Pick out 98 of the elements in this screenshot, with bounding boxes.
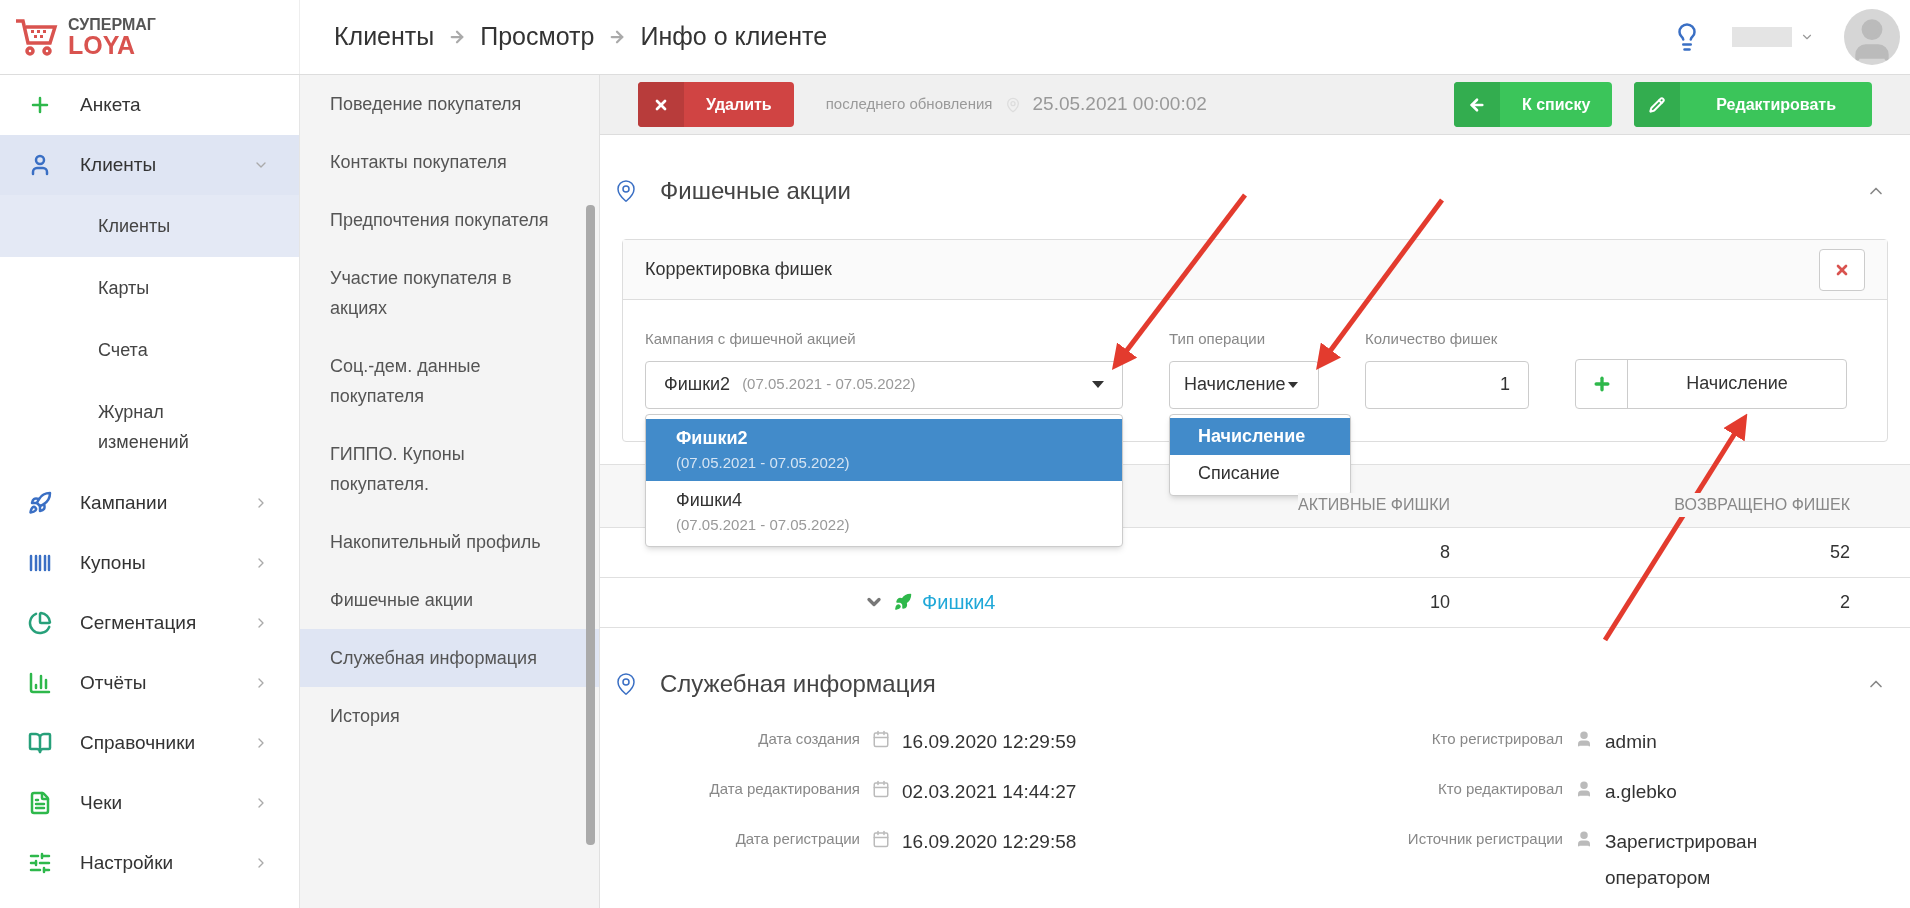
delete-button[interactable]: Удалить — [638, 82, 794, 127]
subnav-item[interactable]: ГИППО. Купоны покупателя. — [300, 425, 599, 513]
info-value: 02.03.2021 14:44:27 — [902, 779, 1077, 804]
sidebar-label: Справочники — [80, 730, 197, 755]
sidebar-subitem[interactable]: Журнал изменений — [0, 381, 299, 473]
subnav-item[interactable]: История — [300, 687, 599, 745]
select-value: Фишки2 — [664, 373, 731, 396]
info-value: Зарегистрирован оператором — [1605, 829, 1759, 890]
calendar-icon — [872, 729, 890, 748]
sidebar-item[interactable]: Отчёты — [0, 653, 299, 713]
section-title: Служебная информация — [660, 668, 937, 699]
info-label: Дата редактирования — [708, 778, 860, 799]
field-label: Кампания с фишечной акцией — [645, 329, 857, 349]
sidebar-subitem[interactable]: Счета — [0, 319, 299, 381]
subnav-item[interactable]: Участие покупателя в акциях — [300, 249, 599, 337]
info-label: Кто редактировал — [1437, 778, 1563, 799]
calendar-icon — [872, 829, 890, 848]
sidebar-label: Клиенты — [80, 152, 158, 177]
option-name: Фишки4 — [676, 488, 744, 512]
subnav-item[interactable]: Предпочтения покупателя — [300, 191, 599, 249]
dropdown-option[interactable]: Фишки4 (07.05.2021 - 07.05.2022) — [646, 480, 1122, 542]
sidebar-item[interactable]: Чеки — [0, 773, 299, 833]
pencil-icon — [1649, 96, 1666, 113]
sidebar-item[interactable]: Сегментация — [0, 593, 299, 653]
breadcrumb[interactable]: Инфо о клиенте — [640, 18, 828, 56]
sidebar-subitem[interactable]: Клиенты — [0, 195, 299, 257]
info-label: Кто регистрировал — [1430, 728, 1563, 749]
sidebar-label: Анкета — [80, 92, 142, 117]
sidebar-item[interactable]: Справочники — [0, 713, 299, 773]
sidebar-item[interactable]: Настройки — [0, 833, 299, 893]
operation-select[interactable]: Начисление — [1169, 360, 1319, 409]
sliders-icon — [28, 851, 52, 875]
option-name: Фишки2 — [676, 427, 749, 450]
sidebar-subitem[interactable]: Карты — [0, 257, 299, 319]
count-input[interactable]: 1 — [1365, 360, 1529, 409]
calendar-icon — [872, 779, 890, 798]
table-cell-text: 8 — [1439, 540, 1450, 564]
table-cell-text: 2 — [1839, 590, 1850, 614]
column-header: ВОЗВРАЩЕНО ФИШЕК — [1674, 492, 1850, 517]
bar-chart-icon — [28, 671, 52, 695]
rocket-icon — [894, 593, 912, 611]
subnav-item[interactable]: Фишечные акции — [300, 571, 599, 629]
subnav-item[interactable]: Соц.-дем. данные покупателя — [300, 337, 599, 425]
close-button[interactable] — [1819, 248, 1865, 291]
dropdown-option[interactable]: Фишки2 (07.05.2021 - 07.05.2022) — [646, 419, 1122, 481]
sidebar-item[interactable]: Анкета — [0, 75, 299, 135]
table-cell-text: 52 — [1828, 540, 1850, 564]
field-label: Количество фишек — [1365, 329, 1499, 349]
rocket-icon — [28, 491, 52, 515]
update-label: последнего обновления — [825, 94, 993, 115]
subnav-item[interactable]: Поведение покупателя — [300, 75, 599, 133]
logo-top-text: СУПЕРМАГ — [68, 16, 156, 33]
info-label: Источник регистрации — [1406, 828, 1563, 849]
field-label: Тип операции — [1169, 329, 1266, 349]
user-icon — [1575, 779, 1593, 798]
update-value: 25.05.2021 00:00:02 — [1032, 92, 1207, 117]
sidebar-label: Купоны — [80, 550, 147, 575]
option-period: (07.05.2021 - 07.05.2022) — [676, 453, 851, 473]
sidebar-item[interactable]: Купоны — [0, 533, 299, 593]
breadcrumb[interactable]: Просмотр — [480, 18, 595, 56]
section-title: Фишечные акции — [660, 176, 852, 206]
sidebar-item[interactable]: Клиенты — [0, 135, 299, 195]
subnav-item[interactable]: Служебная информация — [300, 629, 599, 687]
logo-text: LOYA — [68, 32, 137, 58]
avatar-silhouette[interactable] — [1844, 9, 1900, 65]
sidebar-label: Чеки — [80, 790, 124, 815]
caret-icon — [1092, 381, 1104, 388]
caret-icon — [1287, 381, 1298, 388]
subnav-item[interactable]: Контакты покупателя — [300, 133, 599, 191]
info-value: admin — [1605, 729, 1657, 754]
info-label: Дата создания — [757, 728, 860, 749]
card-title: Корректировка фишек — [645, 258, 832, 281]
info-value: 16.09.2020 12:29:59 — [902, 729, 1077, 754]
info-value: a.glebko — [1605, 779, 1677, 804]
accrue-button[interactable]: Начисление — [1575, 358, 1847, 409]
campaign-select[interactable]: Фишки2 (07.05.2021 - 07.05.2022) — [645, 360, 1123, 409]
subnav-item[interactable]: Накопительный профиль — [300, 513, 599, 571]
sidebar-label: Кампании — [80, 490, 169, 515]
sidebar-label: Сегментация — [80, 610, 198, 635]
book-icon — [28, 731, 52, 755]
table-cell-text: 10 — [1428, 590, 1450, 614]
sidebar-label: Отчёты — [80, 670, 148, 695]
select-period: (07.05.2021 - 07.05.2022) — [742, 374, 917, 395]
user-icon — [1575, 729, 1593, 748]
dropdown-option[interactable]: Списание — [1170, 455, 1350, 492]
pin-icon — [614, 177, 638, 205]
sidebar-item[interactable]: Кампании — [0, 473, 299, 533]
scrollbar[interactable] — [586, 205, 595, 845]
dropdown-option[interactable]: Начисление — [1170, 418, 1350, 455]
info-value: 16.09.2020 12:29:58 — [902, 829, 1077, 854]
sidebar-label: Настройки — [80, 850, 175, 875]
pie-chart-icon — [28, 611, 52, 635]
breadcrumb[interactable]: Клиенты — [334, 18, 435, 56]
document-icon — [28, 791, 52, 815]
option-period: (07.05.2021 - 07.05.2022) — [676, 514, 851, 535]
info-label: Дата регистрации — [734, 828, 860, 849]
cart-logo-icon — [14, 17, 58, 57]
user-icon — [1575, 829, 1593, 848]
